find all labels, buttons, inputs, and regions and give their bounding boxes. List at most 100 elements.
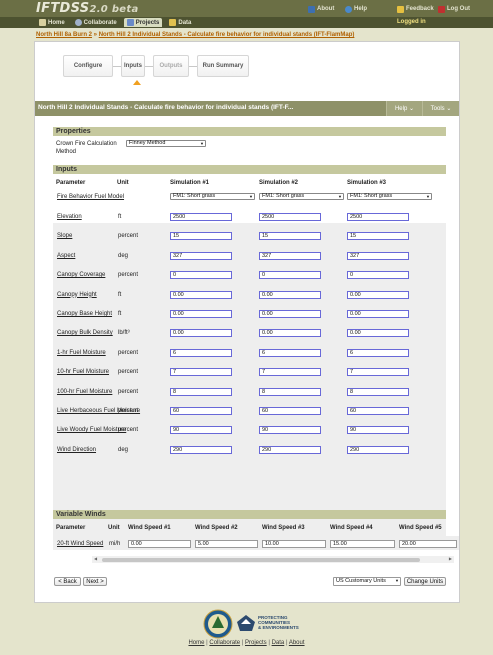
tab-data[interactable]: Data [166,18,194,27]
wind-speed-input-5[interactable]: 20.00 [399,540,457,548]
crown-fire-select[interactable]: Finney Method [126,140,206,147]
units-select[interactable]: US Customary Units [333,577,401,586]
sim1-input[interactable]: 327 [170,251,232,260]
step-run-summary[interactable]: Run Summary [197,55,249,77]
param-label[interactable]: Canopy Base Height [57,311,112,317]
param-label[interactable]: 1-hr Fuel Moisture [57,350,106,356]
col-sim1: Simulation #1 [170,180,210,186]
sim1-input[interactable]: 0.00 [170,310,232,318]
help-menu-button[interactable]: Help ⌄ [386,101,422,116]
sim3-input[interactable]: 0.00 [347,290,409,299]
footer-sep: | [206,640,208,646]
footer-projects-link[interactable]: Projects [245,640,267,646]
param-label[interactable]: Wind Direction [57,447,96,453]
horizontal-scrollbar[interactable]: ◀ ▶ [92,556,454,563]
param-label[interactable]: Live Woody Fuel Moisture [57,427,126,433]
wind-speed-input-1[interactable]: 0.00 [128,540,191,548]
sim3-input[interactable]: 290 [347,445,409,454]
sim1-input[interactable]: 15 [170,232,232,241]
breadcrumb-root[interactable]: North Hill 8a Burn 2 [36,32,92,38]
sim1-input[interactable]: 60 [170,407,232,415]
sim2-input[interactable]: 0.00 [259,329,321,338]
panel-title: North Hill 2 Individual Stands - Calcula… [38,104,294,111]
sim2-input[interactable]: 0 [259,271,321,280]
sim3-input[interactable]: 0.00 [347,310,409,318]
footer-home-link[interactable]: Home [188,640,204,646]
sim1-input[interactable]: 8 [170,387,232,396]
breadcrumb-current[interactable]: North Hill 2 Individual Stands - Calcula… [99,32,355,38]
sim3-input[interactable]: 15 [347,232,409,241]
sim2-input[interactable]: 90 [259,426,321,435]
scroll-left-icon[interactable]: ◀ [94,556,97,561]
next-button[interactable]: Next > [83,577,107,586]
sim3-input[interactable]: 327 [347,251,409,260]
sim2-input[interactable]: 0.00 [259,310,321,318]
logout-link[interactable]: Log Out [438,4,470,14]
sim1-input[interactable]: 0.00 [170,329,232,338]
sim2-input[interactable]: 327 [259,251,321,260]
sim1-input[interactable]: 2500 [170,213,232,221]
wind-speed-input-4[interactable]: 15.00 [330,540,395,548]
back-button[interactable]: < Back [54,577,81,586]
param-unit: percent [118,233,139,240]
vw-wind-speed-label[interactable]: 20-ft Wind Speed [57,541,103,547]
param-label[interactable]: Canopy Height [57,292,97,298]
param-label[interactable]: Aspect [57,253,75,259]
sim3-input[interactable]: 60 [347,407,409,415]
scroll-right-icon[interactable]: ▶ [449,556,452,561]
tab-home-label: Home [48,19,65,26]
footer-collaborate-link[interactable]: Collaborate [209,640,240,646]
param-label[interactable]: 100-hr Fuel Moisture [57,389,112,395]
sim2-input[interactable]: 2500 [259,213,321,221]
sim1-input[interactable]: 290 [170,445,232,454]
sim1-input[interactable]: 0 [170,271,232,280]
param-label[interactable]: Elevation [57,214,82,220]
sim2-input[interactable]: 15 [259,232,321,241]
vw-col-ws2: Wind Speed #2 [195,525,238,531]
sim3-input[interactable]: 8 [347,387,409,396]
sim1-input[interactable]: 7 [170,368,232,377]
feedback-link[interactable]: Feedback [397,4,434,14]
sim3-input[interactable]: 0.00 [347,329,409,338]
sim2-input[interactable]: 290 [259,445,321,454]
app-logo[interactable]: IFTDSS2.0 beta [36,1,139,16]
sim1-input[interactable]: 6 [170,348,232,357]
fuel-model-label[interactable]: Fire Behavior Fuel Model [57,194,124,200]
sim3-input[interactable]: 6 [347,348,409,357]
wind-speed-input-2[interactable]: 5.00 [195,540,258,548]
param-label[interactable]: Canopy Coverage [57,272,105,278]
fuel-model-select-1[interactable]: FM1: Short grass [170,193,255,200]
scrollbar-thumb[interactable] [102,558,420,562]
tab-collaborate[interactable]: Collaborate [72,18,120,27]
sim2-input[interactable]: 7 [259,368,321,377]
sim3-input[interactable]: 90 [347,426,409,435]
param-label[interactable]: 10-hr Fuel Moisture [57,369,109,375]
param-label[interactable]: Slope [57,233,72,239]
main-card: Configure Inputs Outputs Run Summary Nor… [34,41,460,603]
change-units-button[interactable]: Change Units [404,577,446,586]
tools-menu-button[interactable]: Tools ⌄ [422,101,459,116]
sim2-input[interactable]: 8 [259,387,321,396]
step-configure[interactable]: Configure [63,55,113,77]
step-inputs[interactable]: Inputs [121,55,145,77]
tab-home[interactable]: Home [36,18,68,27]
sim1-input[interactable]: 90 [170,426,232,435]
param-label[interactable]: Canopy Bulk Density [57,330,113,336]
help-link[interactable]: Help [345,4,367,14]
sim2-input[interactable]: 0.00 [259,290,321,299]
sim3-input[interactable]: 0 [347,271,409,280]
about-link[interactable]: About [308,4,334,14]
sim3-input[interactable]: 2500 [347,213,409,221]
sim2-input[interactable]: 6 [259,348,321,357]
vw-col-parameter: Parameter [56,525,86,531]
tab-projects[interactable]: Projects [123,18,163,27]
fuel-model-select-2[interactable]: FM1: Short grass [259,193,344,200]
sim3-input[interactable]: 7 [347,368,409,377]
wind-speed-input-3[interactable]: 10.00 [262,540,326,548]
fuel-model-select-3[interactable]: FM1: Short grass [347,193,432,200]
sim2-input[interactable]: 60 [259,407,321,415]
footer-about-link[interactable]: About [289,640,305,646]
step-outputs[interactable]: Outputs [153,55,189,77]
sim1-input[interactable]: 0.00 [170,290,232,299]
footer-data-link[interactable]: Data [272,640,285,646]
